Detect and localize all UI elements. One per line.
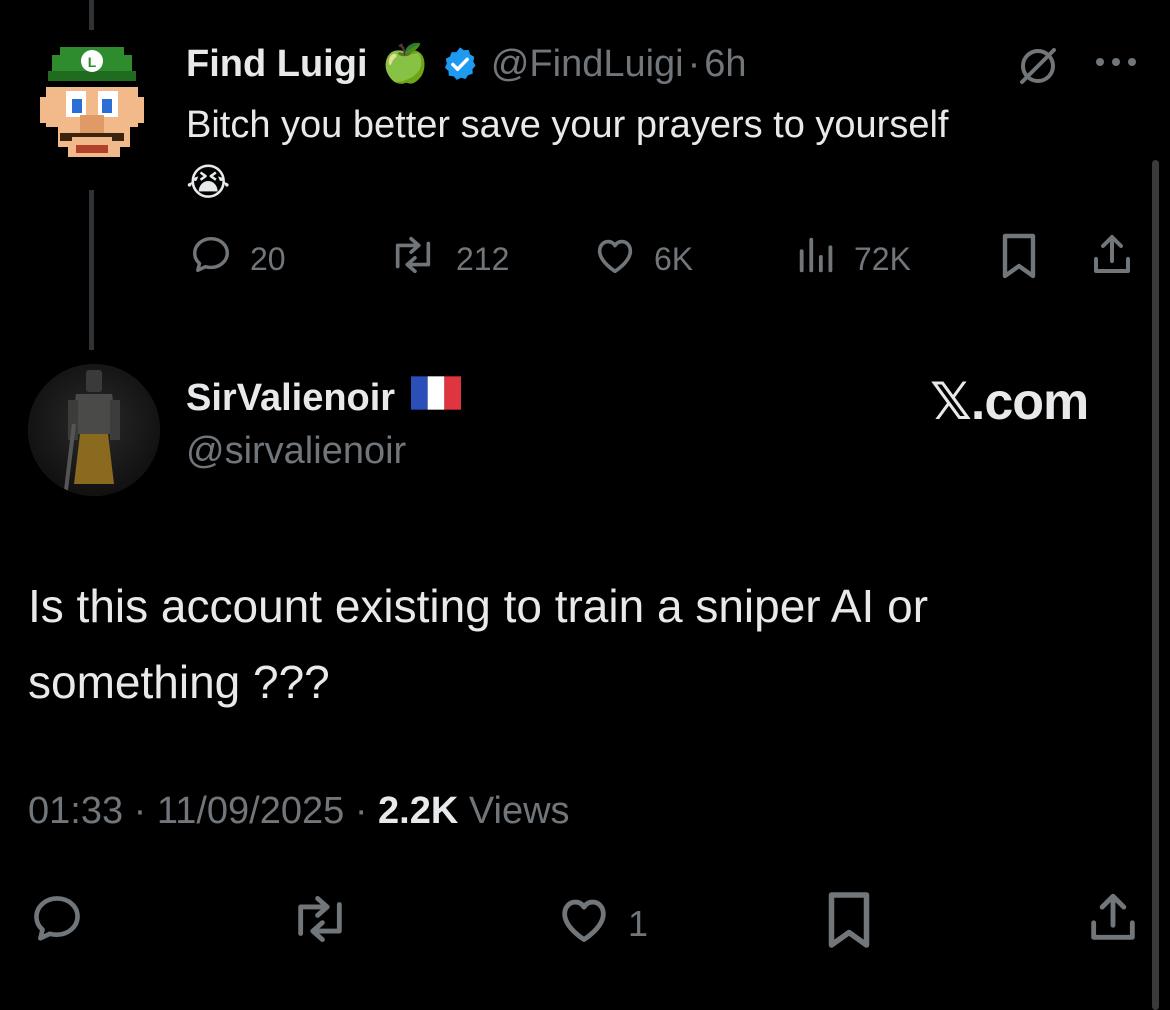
x-watermark: 𝕏.com xyxy=(930,373,1089,431)
views-button[interactable]: 72K xyxy=(796,232,911,286)
reply-date[interactable]: 11/09/2025 xyxy=(157,790,344,832)
reply-author: SirValienoir 🇫🇷 xyxy=(186,376,462,420)
bookmark-button[interactable] xyxy=(998,232,1040,288)
parent-tweet-text: Bitch you better save your prayers to yo… xyxy=(186,104,949,204)
repost-button[interactable]: 212 xyxy=(386,232,509,286)
reply-like-button[interactable]: 1 xyxy=(554,890,648,957)
thread-line-top xyxy=(89,0,94,30)
separator-dot: · xyxy=(687,42,701,85)
sirvalienoir-avatar[interactable] xyxy=(28,364,160,496)
separator-dot: · xyxy=(133,790,147,832)
reply-time[interactable]: 01:33 xyxy=(28,790,123,832)
reply-author-name[interactable]: SirValienoir xyxy=(186,377,395,420)
separator-dot: · xyxy=(354,790,368,832)
share-icon xyxy=(1088,230,1136,288)
more-icon[interactable] xyxy=(1094,48,1138,76)
views-count: 72K xyxy=(854,240,911,277)
reply-icon xyxy=(188,232,234,286)
reply-button[interactable]: 20 xyxy=(188,232,286,286)
reply-text: Is this account existing to train a snip… xyxy=(28,580,929,708)
share-icon xyxy=(1084,888,1142,957)
thread-line xyxy=(89,190,94,350)
repost-icon xyxy=(286,890,354,957)
reply-share-button[interactable] xyxy=(1084,888,1142,957)
reply-like-count: 1 xyxy=(628,902,649,944)
apple-emoji: 🍏 xyxy=(381,43,429,85)
reply-views-count: 2.2K xyxy=(378,790,459,832)
parent-handle[interactable]: @FindLuigi xyxy=(491,43,684,86)
bookmark-icon xyxy=(824,890,874,959)
flag-emoji xyxy=(411,376,462,420)
reply-reply-button[interactable] xyxy=(28,890,86,957)
svg-text:L: L xyxy=(88,54,97,70)
parent-author-name[interactable]: Find Luigi xyxy=(186,43,368,86)
find-luigi-avatar[interactable]: L xyxy=(40,37,144,177)
reply-handle[interactable]: @sirvalienoir xyxy=(186,430,406,473)
repost-icon xyxy=(386,232,440,286)
bookmark-icon xyxy=(998,232,1040,288)
grok-icon[interactable] xyxy=(1016,44,1060,88)
share-button[interactable] xyxy=(1088,230,1136,288)
reply-icon xyxy=(28,890,86,957)
like-count: 6K xyxy=(654,240,694,277)
repost-count: 212 xyxy=(456,240,510,277)
reply-count: 20 xyxy=(250,240,286,277)
reply-repost-button[interactable] xyxy=(286,890,354,957)
views-icon xyxy=(796,232,838,286)
reply-bookmark-button[interactable] xyxy=(824,890,874,959)
like-button[interactable]: 6K xyxy=(592,232,693,286)
reply-views-label: Views xyxy=(468,790,570,832)
reply-meta: 01:33 · 11/09/2025 · 2.2K Views xyxy=(28,790,570,833)
verified-badge-icon xyxy=(441,45,479,83)
parent-tweet-header: Find Luigi 🍏 @FindLuigi · 6h xyxy=(186,36,747,92)
parent-timestamp[interactable]: 6h xyxy=(704,43,746,86)
like-icon xyxy=(554,890,614,957)
scrollbar[interactable] xyxy=(1152,160,1159,1010)
like-icon xyxy=(592,232,638,286)
